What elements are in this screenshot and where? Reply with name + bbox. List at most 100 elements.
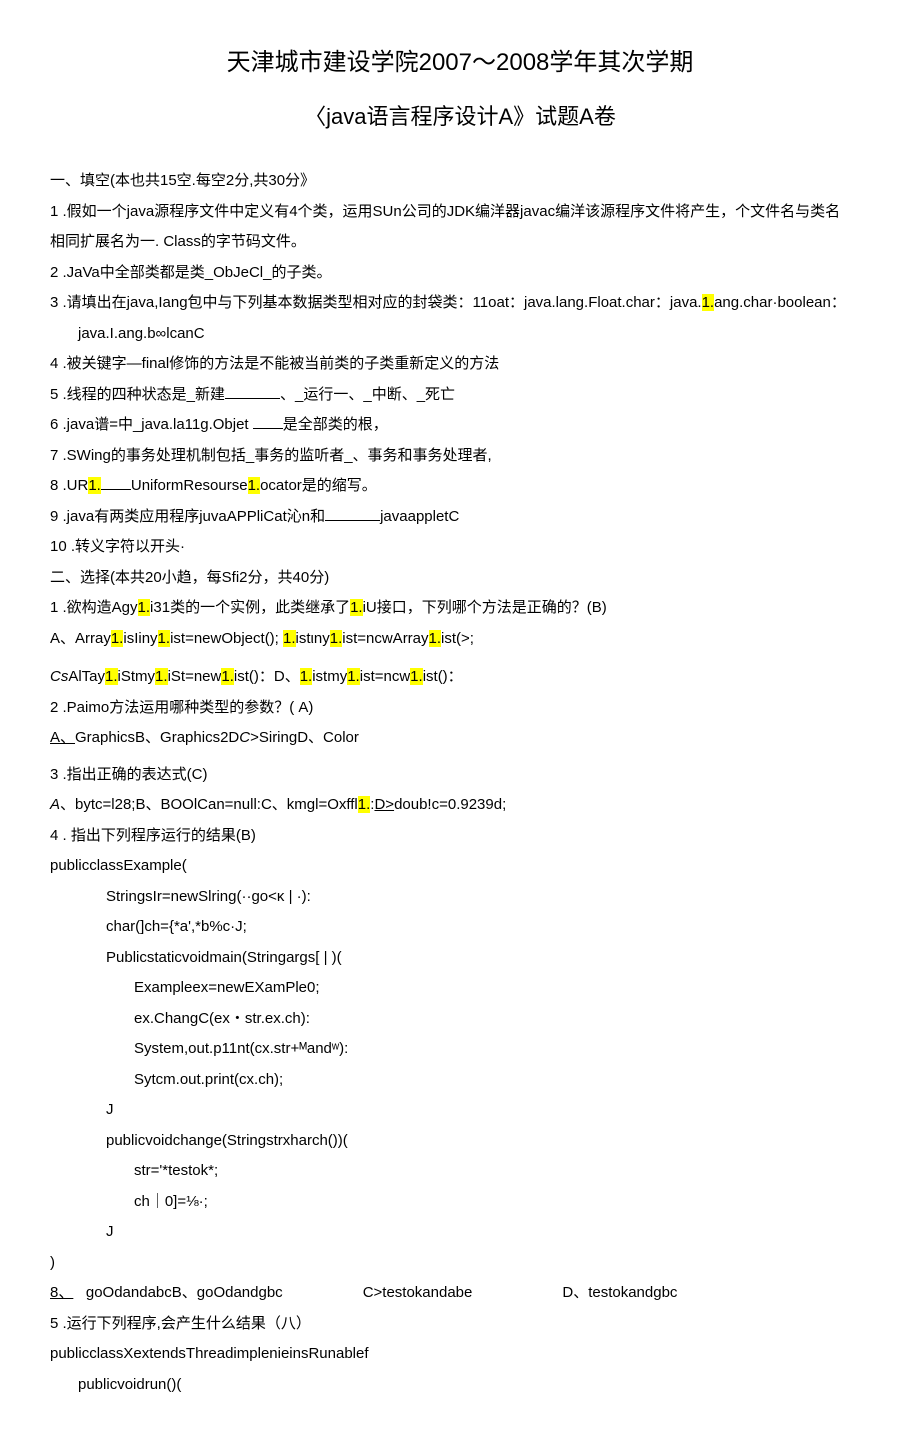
q8c: ocator是的缩写。 — [260, 477, 377, 494]
q8: 8 .UR1.UniformResourse1.ocator是的缩写。 — [50, 472, 870, 501]
b3: 3 .指出正确的表达式(C) — [50, 761, 870, 790]
q3-highlight: 1. — [702, 294, 715, 311]
b1c: iU接口，下列哪个方法是正确的？(B) — [363, 599, 607, 616]
section-b-heading: 二、选择(本共20小趋，每Sfi2分，共40分) — [50, 564, 870, 593]
blank — [253, 413, 283, 429]
hl: 1. — [283, 630, 296, 647]
t: >SiringD、Color — [250, 729, 359, 746]
b1-opt-a: A、Array1.isIiny1.ist=newObject(); 1.istι… — [50, 625, 870, 654]
q7: 7 .SWing的事务处理机制包括_事务的监听者_、事务和事务处理者, — [50, 442, 870, 471]
b1b: i31类的一个实例，此类继承了 — [150, 599, 350, 616]
code-line: str='*testok*; — [50, 1157, 870, 1186]
t: istιny — [296, 630, 330, 647]
t: iSt=new — [168, 668, 222, 685]
q5-text2: 、_运行一、_中断、_死亡 — [280, 386, 455, 403]
t: 、bytc=l28;B、BOOlCan=null:C、kmgl=Oxffl — [60, 796, 358, 813]
q6a: 6 .java谱=中_java.la11g.Objet — [50, 416, 253, 433]
q3-line1: 3 .请填出在java,Iang包中与下列基本数据类型相对应的封袋类：11oat… — [50, 289, 870, 318]
b1: 1 .欲构造Agy1.i31类的一个实例，此类继承了1.iU接口，下列哪个方法是… — [50, 594, 870, 623]
hl: 1. — [347, 668, 360, 685]
t: GraphicsB、Graphics2D — [75, 729, 239, 746]
hl: 1. — [358, 796, 371, 813]
hl: 1. — [111, 630, 124, 647]
hl: 1. — [155, 668, 168, 685]
q8b: UniformResourse — [131, 477, 248, 494]
blank — [325, 505, 380, 521]
b8-3: D、testokandgbc — [562, 1279, 677, 1308]
b2-options: A、GraphicsB、Graphics2DC>SiringD、Color — [50, 724, 870, 753]
t: ist=newObject(); — [170, 630, 283, 647]
q1-line2: 相同扩展名为一. Class的字节码文件。 — [50, 228, 870, 257]
t: ist=ncwArray — [342, 630, 428, 647]
code-line: char(]ch={*a',*b%c·J; — [50, 913, 870, 942]
b1a: 1 .欲构造Agy — [50, 599, 138, 616]
q3a-text: 3 .请填出在java,Iang包中与下列基本数据类型相对应的封袋类：11oat… — [50, 294, 702, 311]
q6b: 是全部类的根， — [283, 416, 388, 433]
b1-hl2: 1. — [350, 599, 363, 616]
b5: 5 .运行下列程序,会产生什么结果（八） — [50, 1310, 870, 1339]
page-title-line2: 〈java语言程序设计A》试题A卷 — [50, 96, 870, 138]
code-line: publicclassExample( — [50, 852, 870, 881]
q9: 9 .java有两类应用程序juvaAPPliCat沁n和 javaappletC — [50, 503, 870, 532]
t: isIiny — [123, 630, 157, 647]
t: C — [239, 729, 250, 746]
q8-hl2: 1. — [248, 477, 261, 494]
hl: 1. — [410, 668, 423, 685]
code-line: Sytcm.out.print(cx.ch); — [50, 1066, 870, 1095]
t: AlTay — [68, 668, 105, 685]
q5: 5 .线程的四种状态是_新建 、_运行一、_中断、_死亡 — [50, 381, 870, 410]
t: istmy — [312, 668, 347, 685]
t: Cs — [50, 668, 68, 685]
code-line: Publicstaticvoidmain(Stringargs[ | )( — [50, 944, 870, 973]
t: ist()： — [423, 668, 463, 685]
t: iStmy — [118, 668, 156, 685]
b1-opt-c: CsAlTay1.iStmy1.iSt=new1.ist()：D、1.istmy… — [50, 663, 870, 692]
hl: 1. — [221, 668, 234, 685]
code-line: Exampleex=newEXamPle0; — [50, 974, 870, 1003]
q10: 10 .转义字符以开头· — [50, 533, 870, 562]
t: D> — [374, 796, 394, 813]
section-a-heading: 一、填空(本也共15空.每空2分,共30分》 — [50, 167, 870, 196]
t: doub!c=0.9239d; — [394, 796, 506, 813]
b2: 2 .Paimo方法运用哪种类型的参数？( A) — [50, 694, 870, 723]
q4: 4 .被关键字—final修饰的方法是不能被当前类的子类重新定义的方法 — [50, 350, 870, 379]
code-line: J — [50, 1096, 870, 1125]
hl: 1. — [330, 630, 343, 647]
q5-text: 5 .线程的四种状态是_新建 — [50, 386, 225, 403]
b8-1: goOdandabcB、goOdandgbc — [86, 1284, 283, 1301]
hl: 1. — [158, 630, 171, 647]
code-line: J — [50, 1218, 870, 1247]
code-line: publicclassXextendsThreadimplenieinsRuna… — [50, 1340, 870, 1369]
hl: 1. — [105, 668, 118, 685]
t: ist()：D、 — [234, 668, 300, 685]
t: A — [50, 796, 60, 813]
b8-2: C>testokandabe — [363, 1279, 473, 1308]
code-line: publicvoidchange(Stringstrxharch())( — [50, 1127, 870, 1156]
t: A、Array — [50, 630, 111, 647]
b8a: 8、 — [50, 1284, 73, 1301]
blank — [101, 474, 131, 490]
b1-hl1: 1. — [138, 599, 151, 616]
q8-hl1: 1. — [88, 477, 101, 494]
b2-a: A、 — [50, 729, 75, 746]
code-line: ex.ChangC(ex・str.ex.ch): — [50, 1005, 870, 1034]
b8-options: 8、 goOdandabcB、goOdandgbc C>testokandabe… — [50, 1279, 870, 1308]
b3-options: A、bytc=l28;B、BOOlCan=null:C、kmgl=Oxffl1.… — [50, 791, 870, 820]
q1-line1: 1 .假如一个java源程序文件中定义有4个类，运用SUn公司的JDK编洋器ja… — [50, 198, 870, 227]
code-line: ) — [50, 1249, 870, 1278]
code-line: ch｜0]=⅛·; — [50, 1188, 870, 1217]
q9b: javaappletC — [380, 508, 459, 525]
q2: 2 .JaVa中全部类都是类_ObJeCl_的子类。 — [50, 259, 870, 288]
q9a: 9 .java有两类应用程序juvaAPPliCat沁n和 — [50, 508, 325, 525]
blank — [225, 383, 280, 399]
t: ist(>; — [441, 630, 474, 647]
code-line: publicvoidrun()( — [50, 1371, 870, 1400]
q8a: 8 .UR — [50, 477, 88, 494]
q6: 6 .java谱=中_java.la11g.Objet 是全部类的根， — [50, 411, 870, 440]
hl: 1. — [429, 630, 442, 647]
page-title-line1: 天津城市建设学院2007～2008学年其次学期 — [50, 40, 870, 86]
code-line: System,out.p11nt(cx.str+ᴹandʷ): — [50, 1035, 870, 1064]
t: ist=ncw — [360, 668, 410, 685]
q3a-text2: ang.char·boolean： — [714, 294, 846, 311]
b4: 4 . 指出下列程序运行的结果(B) — [50, 822, 870, 851]
